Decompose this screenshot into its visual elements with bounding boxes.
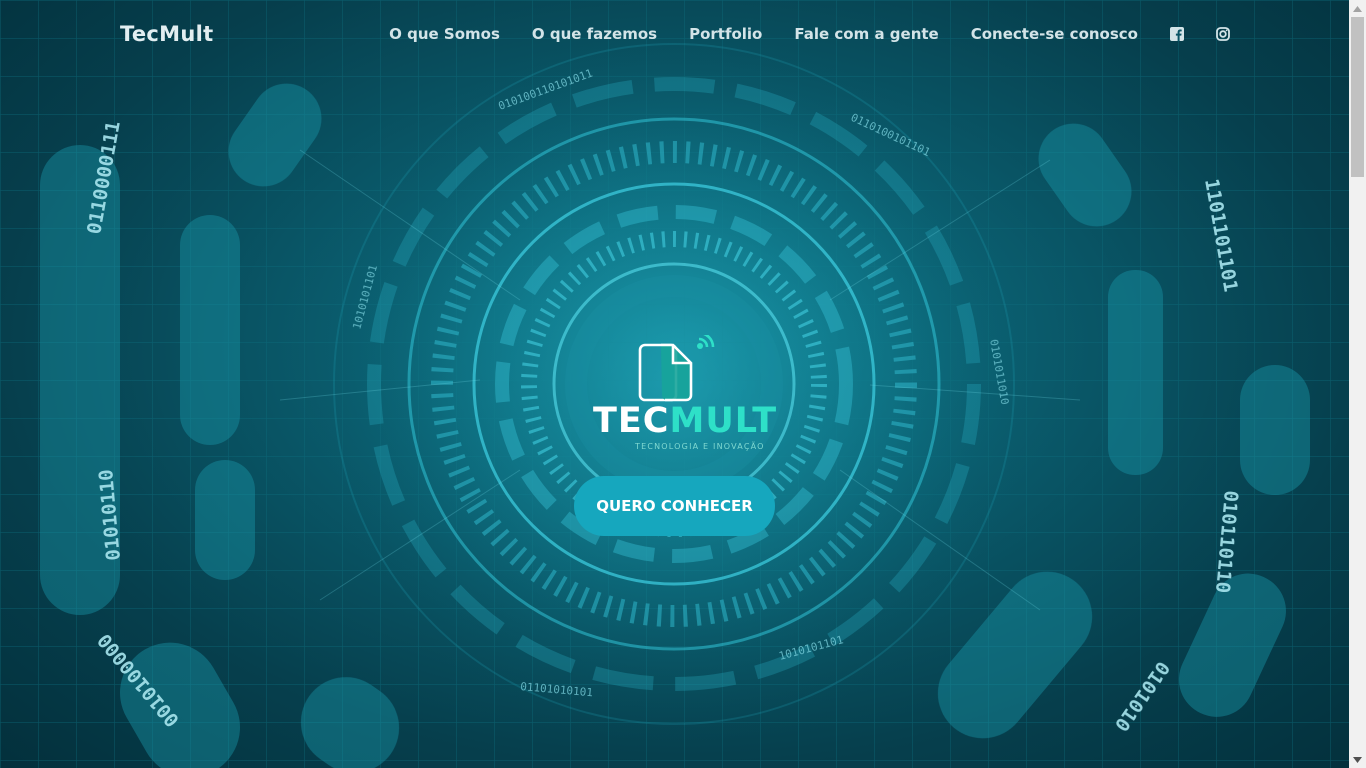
nav-link-o-que-fazemos[interactable]: O que fazemos [532,25,657,43]
nav-link-portfolio[interactable]: Portfolio [689,25,762,43]
logo-word-mult: MULT [669,401,778,441]
scrollbar-thumb[interactable] [1351,17,1364,177]
nav-link-conecte-se-conosco[interactable]: Conecte-se conosco [971,25,1138,43]
top-navbar: TecMult O que Somos O que fazemos Portfo… [0,0,1349,72]
page-viewport: 0110000111 01010110 0010100000 110110110… [0,0,1366,768]
nav-links: O que Somos O que fazemos Portfolio Fale… [389,25,1230,43]
scroll-up-arrow-icon[interactable] [1349,0,1366,17]
nav-link-o-que-somos[interactable]: O que Somos [389,25,500,43]
document-wifi-icon [638,335,715,402]
vertical-scrollbar[interactable] [1349,0,1366,768]
quero-conhecer-button[interactable]: QUERO CONHECER [574,476,775,536]
instagram-icon[interactable] [1216,27,1230,41]
brand-logo-link[interactable]: TecMult [120,22,213,46]
logo-wordmark: TECMULT [593,401,777,441]
nav-link-fale-com-a-gente[interactable]: Fale com a gente [794,25,938,43]
logo-tagline: TECNOLOGIA E INOVAÇÃO [635,442,765,451]
hero-brand-logo: TECMULT TECNOLOGIA E INOVAÇÃO [593,335,776,455]
scroll-down-arrow-icon[interactable] [1349,751,1366,768]
logo-word-tec: TEC [593,401,670,441]
facebook-icon[interactable] [1170,27,1184,41]
